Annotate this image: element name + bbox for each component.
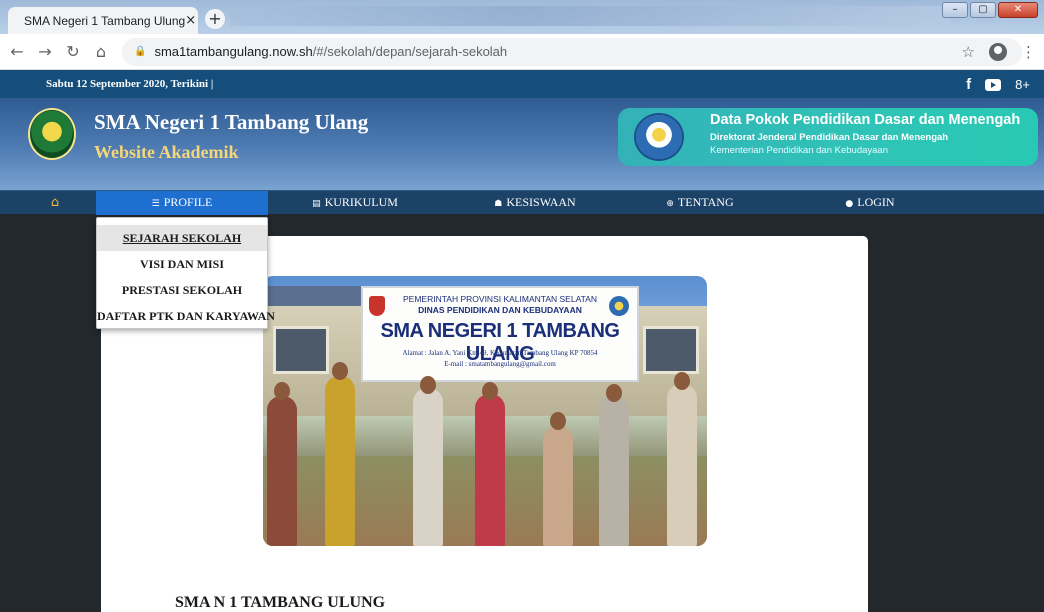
- dapodik-title: Data Pokok Pendidikan Dasar dan Menengah: [710, 112, 1021, 128]
- photo-person-head: [332, 362, 348, 380]
- back-arrow-icon[interactable]: ←: [6, 42, 28, 61]
- titlebar-strip: [230, 6, 950, 26]
- photo-person-head: [606, 384, 622, 402]
- tab-close-icon[interactable]: ×: [185, 13, 196, 28]
- kemdikbud-emblem-icon: [636, 115, 682, 159]
- youtube-icon[interactable]: [985, 78, 1002, 91]
- main-nav: ⌂ ☰ PROFILE ▤ KURIKULUM ☗ KESISWAAN ⊕ TENTAN…: [0, 190, 1044, 215]
- photo-person: [667, 384, 697, 546]
- nav-tentang[interactable]: ⊕ TENTANG: [640, 191, 760, 215]
- maximize-button[interactable]: ▢: [970, 2, 996, 18]
- lock-icon[interactable]: 🔒: [134, 46, 146, 57]
- reload-icon[interactable]: ↻: [62, 42, 84, 61]
- nav-kesiswaan-label: KESISWAAN: [506, 195, 576, 209]
- window-close-button[interactable]: ✕: [998, 2, 1038, 18]
- profile-nav-icon: ☰: [151, 199, 160, 209]
- photo-person: [599, 396, 629, 546]
- photo-person: [325, 376, 355, 546]
- site-header: SMA Negeri 1 Tambang Ulang Website Akade…: [0, 98, 1044, 190]
- forward-arrow-icon[interactable]: →: [34, 42, 56, 61]
- url-host: sma1tambangulang.now.sh: [154, 44, 313, 59]
- nav-login[interactable]: ● LOGIN: [820, 191, 920, 215]
- nav-login-label: LOGIN: [857, 195, 895, 209]
- dapodik-ministry: Kementerian Pendidikan dan Kebudayaan: [710, 145, 888, 156]
- profile-avatar-icon[interactable]: [989, 42, 1007, 61]
- browser-tab[interactable]: SMA Negeri 1 Tambang Ulung ×: [8, 7, 198, 34]
- url-field[interactable]: 🔒 sma1tambangulang.now.sh/#/sekolah/depa…: [122, 37, 1022, 66]
- minimize-button[interactable]: –: [942, 2, 968, 18]
- nav-home-icon[interactable]: ⌂: [40, 191, 70, 215]
- nav-tentang-label: TENTANG: [677, 195, 734, 209]
- photo-window: [643, 326, 699, 374]
- school-logo[interactable]: [30, 110, 74, 158]
- date-text: Sabtu 12 September 2020, Terikini |: [46, 78, 214, 90]
- toolbar-right: ☆ ⋮: [962, 42, 1036, 61]
- content-title: SMA N 1 TAMBANG ULUNG: [175, 594, 386, 611]
- nav-profile[interactable]: ☰ PROFILE: [96, 191, 268, 215]
- url-text: sma1tambangulang.now.sh/#/sekolah/depan/…: [154, 44, 507, 59]
- menu-item-daftar-ptk[interactable]: DAFTAR PTK DAN KARYAWAN: [97, 303, 275, 329]
- photo-person-head: [674, 372, 690, 390]
- photo-person-head: [550, 412, 566, 430]
- social-links: f 8+: [966, 76, 1030, 93]
- menu-item-prestasi-sekolah[interactable]: PRESTASI SEKOLAH: [97, 277, 267, 303]
- sign-line-4: Alamat : Jalan A. Yani Km 49, Kecamatan …: [402, 349, 598, 357]
- photo-person: [543, 426, 573, 546]
- url-path: /#/sekolah/depan/sejarah-sekolah: [312, 44, 508, 59]
- nav-profile-label: PROFILE: [163, 195, 213, 209]
- dapodik-directorate: Direktorat Jenderal Pendidikan Dasar dan…: [710, 132, 949, 143]
- nav-kesiswaan[interactable]: ☗ KESISWAAN: [470, 191, 600, 215]
- menu-kebab-icon[interactable]: ⋮: [1021, 43, 1036, 61]
- photo-person-head: [482, 382, 498, 400]
- login-nav-icon: ●: [845, 199, 854, 209]
- photo-person: [475, 394, 505, 546]
- tab-title: SMA Negeri 1 Tambang Ulung: [24, 13, 186, 28]
- kesiswaan-nav-icon: ☗: [494, 199, 503, 209]
- site-name[interactable]: SMA Negeri 1 Tambang Ulang: [94, 110, 368, 135]
- sign-line-5: E-mail : smatambangulang@gmail.com: [444, 360, 556, 368]
- nav-kurikulum-label: KURIKULUM: [324, 195, 398, 209]
- new-tab-button[interactable]: +: [205, 9, 225, 29]
- sign-line-2: DINAS PENDIDIKAN DAN KEBUDAYAAN: [418, 305, 582, 315]
- menu-item-sejarah-sekolah[interactable]: SEJARAH SEKOLAH: [97, 225, 267, 251]
- browser-tab-bar: SMA Negeri 1 Tambang Ulung × + – ▢ ✕: [0, 0, 1044, 34]
- site-subtitle: Website Akademik: [94, 142, 239, 162]
- profile-dropdown-menu: SEJARAH SEKOLAH VISI DAN MISI PRESTASI S…: [96, 217, 275, 329]
- window-controls: – ▢ ✕: [942, 2, 1038, 18]
- nav-kurikulum[interactable]: ▤ KURIKULUM: [290, 191, 420, 215]
- site-top-strip: Sabtu 12 September 2020, Terikini | f 8+: [0, 70, 1044, 98]
- tentang-nav-icon: ⊕: [666, 199, 674, 209]
- kurikulum-nav-icon: ▤: [312, 199, 321, 209]
- photo-person: [413, 388, 443, 546]
- browser-window: SMA Negeri 1 Tambang Ulung × + – ▢ ✕ ← →…: [0, 0, 1044, 612]
- school-sign: PEMERINTAH PROVINSI KALIMANTAN SELATAN D…: [361, 286, 639, 382]
- address-bar: ← → ↻ ⌂ 🔒 sma1tambangulang.now.sh/#/seko…: [0, 34, 1044, 70]
- bookmark-star-icon[interactable]: ☆: [962, 43, 975, 61]
- home-icon[interactable]: ⌂: [90, 42, 112, 61]
- dapodik-banner[interactable]: Data Pokok Pendidikan Dasar dan Menengah…: [618, 108, 1038, 166]
- googleplus-icon[interactable]: 8+: [1015, 77, 1030, 92]
- photo-person: [267, 396, 297, 546]
- school-photo: PEMERINTAH PROVINSI KALIMANTAN SELATAN D…: [263, 276, 707, 546]
- facebook-icon[interactable]: f: [966, 76, 971, 93]
- photo-person-head: [420, 376, 436, 394]
- photo-person-head: [274, 382, 290, 400]
- sign-line-1: PEMERINTAH PROVINSI KALIMANTAN SELATAN: [403, 294, 597, 304]
- photo-window: [273, 326, 329, 374]
- menu-item-visi-dan-misi[interactable]: VISI DAN MISI: [97, 251, 267, 277]
